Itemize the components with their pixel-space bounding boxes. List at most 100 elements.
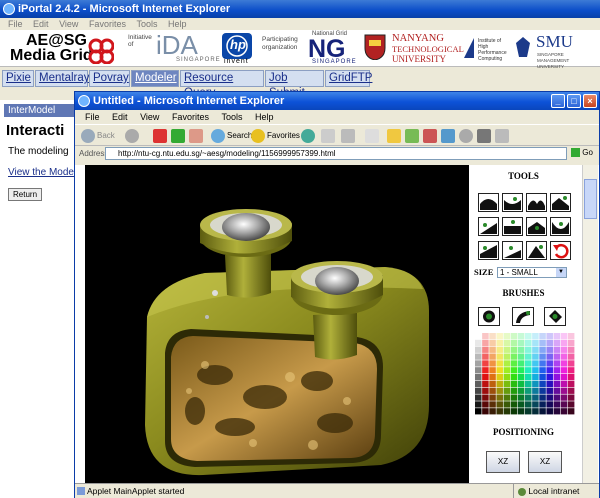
- palette-swatch[interactable]: [503, 339, 511, 347]
- palette-swatch[interactable]: [510, 408, 518, 415]
- palette-swatch[interactable]: [489, 387, 496, 394]
- palette-swatch[interactable]: [475, 353, 482, 360]
- edit-button[interactable]: [365, 128, 381, 144]
- outer-menu-tools[interactable]: Tools: [136, 18, 157, 30]
- chevron-down-icon[interactable]: ▼: [556, 268, 566, 277]
- palette-swatch[interactable]: [510, 333, 518, 340]
- palette-swatch[interactable]: [525, 380, 532, 388]
- palette-swatch[interactable]: [567, 401, 575, 408]
- palette-swatch[interactable]: [525, 360, 532, 367]
- palette-swatch[interactable]: [525, 374, 532, 381]
- palette-swatch[interactable]: [517, 353, 525, 360]
- palette-swatch[interactable]: [517, 408, 525, 415]
- popup-menu-edit[interactable]: Edit: [112, 110, 128, 124]
- position-xz-button-2[interactable]: XZ: [528, 451, 562, 473]
- palette-swatch[interactable]: [525, 408, 532, 415]
- palette-swatch[interactable]: [503, 346, 511, 353]
- palette-swatch[interactable]: [539, 408, 546, 415]
- extra-button-3[interactable]: [441, 128, 457, 144]
- palette-swatch[interactable]: [567, 346, 575, 353]
- palette-swatch[interactable]: [475, 339, 482, 347]
- palette-swatch[interactable]: [532, 380, 539, 388]
- stop-button[interactable]: [153, 128, 169, 144]
- palette-swatch[interactable]: [539, 374, 546, 381]
- brush-round-icon[interactable]: [478, 307, 500, 326]
- palette-swatch[interactable]: [553, 374, 561, 381]
- outer-menu-favorites[interactable]: Favorites: [89, 18, 126, 30]
- palette-swatch[interactable]: [532, 408, 539, 415]
- palette-swatch[interactable]: [475, 387, 482, 394]
- nav-tab-povray[interactable]: Povray: [89, 70, 130, 87]
- palette-swatch[interactable]: [553, 408, 561, 415]
- palette-swatch[interactable]: [482, 333, 489, 340]
- palette-swatch[interactable]: [517, 360, 525, 367]
- palette-swatch[interactable]: [525, 346, 532, 353]
- palette-swatch[interactable]: [532, 394, 539, 401]
- history-button[interactable]: [301, 128, 317, 144]
- vertical-scrollbar[interactable]: [582, 165, 598, 483]
- nav-tab-resource-query[interactable]: Resource Query: [180, 70, 264, 99]
- popup-menu-tools[interactable]: Tools: [221, 110, 242, 124]
- palette-swatch[interactable]: [567, 339, 575, 347]
- outer-menu-edit[interactable]: Edit: [33, 18, 49, 30]
- palette-swatch[interactable]: [503, 367, 511, 374]
- outer-menu-view[interactable]: View: [59, 18, 78, 30]
- popup-menu-view[interactable]: View: [140, 110, 159, 124]
- palette-swatch[interactable]: [567, 380, 575, 388]
- palette-swatch[interactable]: [489, 394, 496, 401]
- palette-swatch[interactable]: [503, 333, 511, 340]
- home-button[interactable]: [189, 128, 205, 144]
- palette-swatch[interactable]: [489, 353, 496, 360]
- palette-swatch[interactable]: [539, 387, 546, 394]
- palette-swatch[interactable]: [517, 394, 525, 401]
- palette-swatch[interactable]: [532, 339, 539, 347]
- palette-swatch[interactable]: [510, 401, 518, 408]
- palette-swatch[interactable]: [525, 367, 532, 374]
- palette-swatch[interactable]: [475, 367, 482, 374]
- palette-swatch[interactable]: [489, 374, 496, 381]
- palette-swatch[interactable]: [496, 353, 503, 360]
- print-button[interactable]: [341, 128, 357, 144]
- palette-swatch[interactable]: [532, 333, 539, 340]
- palette-swatch[interactable]: [489, 401, 496, 408]
- palette-swatch[interactable]: [482, 360, 489, 367]
- palette-swatch[interactable]: [525, 387, 532, 394]
- palette-swatch[interactable]: [510, 346, 518, 353]
- palette-swatch[interactable]: [546, 353, 553, 360]
- forward-button[interactable]: [125, 128, 141, 144]
- palette-swatch[interactable]: [489, 346, 496, 353]
- palette-swatch[interactable]: [510, 380, 518, 388]
- palette-swatch[interactable]: [517, 339, 525, 347]
- palette-swatch[interactable]: [532, 360, 539, 367]
- color-palette[interactable]: [475, 333, 575, 415]
- palette-swatch[interactable]: [475, 408, 482, 415]
- palette-swatch[interactable]: [539, 380, 546, 388]
- view-model-link[interactable]: View the Mode: [8, 167, 74, 178]
- palette-swatch[interactable]: [482, 367, 489, 374]
- palette-swatch[interactable]: [489, 339, 496, 347]
- extra-button-6[interactable]: [495, 128, 511, 144]
- size-dropdown[interactable]: 1 - SMALL ▼: [497, 267, 567, 278]
- palette-swatch[interactable]: [560, 367, 568, 374]
- close-icon[interactable]: ×: [583, 94, 597, 108]
- return-button[interactable]: Return: [8, 188, 43, 201]
- palette-swatch[interactable]: [496, 333, 503, 340]
- palette-swatch[interactable]: [475, 380, 482, 388]
- palette-swatch[interactable]: [503, 401, 511, 408]
- maximize-icon[interactable]: □: [567, 94, 581, 108]
- palette-swatch[interactable]: [510, 374, 518, 381]
- palette-swatch[interactable]: [496, 367, 503, 374]
- palette-swatch[interactable]: [560, 353, 568, 360]
- palette-swatch[interactable]: [510, 353, 518, 360]
- palette-swatch[interactable]: [525, 401, 532, 408]
- 3d-viewport[interactable]: [85, 165, 469, 483]
- palette-swatch[interactable]: [510, 387, 518, 394]
- palette-swatch[interactable]: [567, 367, 575, 374]
- tool-slope-icon[interactable]: [478, 241, 499, 260]
- palette-swatch[interactable]: [553, 401, 561, 408]
- brush-square-icon[interactable]: [544, 307, 566, 326]
- palette-swatch[interactable]: [546, 360, 553, 367]
- palette-swatch[interactable]: [482, 387, 489, 394]
- palette-swatch[interactable]: [482, 374, 489, 381]
- palette-swatch[interactable]: [560, 380, 568, 388]
